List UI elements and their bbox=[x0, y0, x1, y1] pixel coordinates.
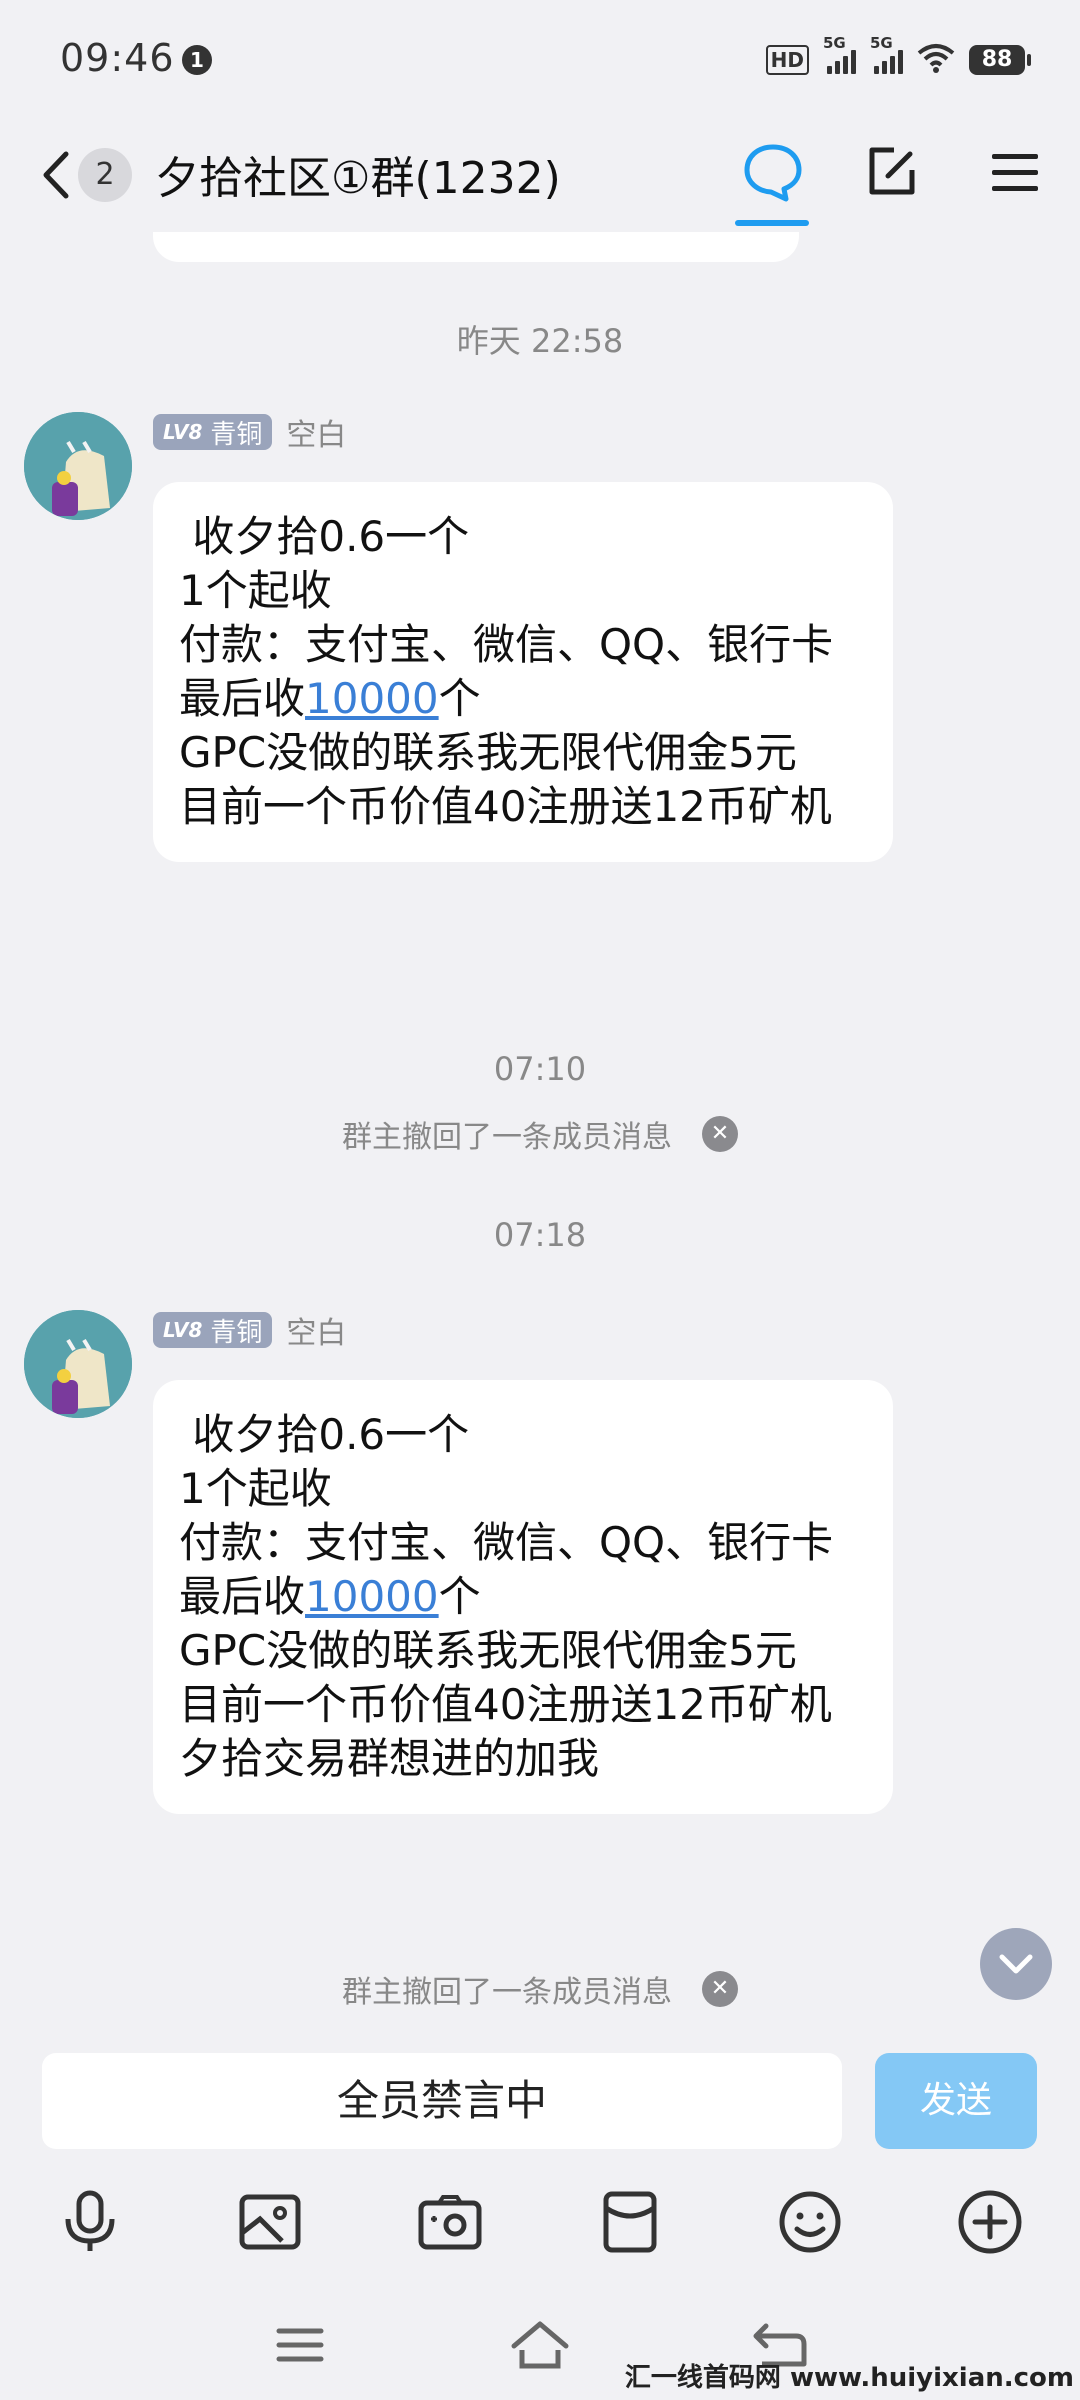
sender-name[interactable]: 空白 bbox=[286, 1308, 346, 1352]
plus-icon bbox=[958, 2190, 1022, 2254]
message-line: 目前一个币价值40注册送12币矿机 bbox=[179, 782, 832, 831]
emoji-button[interactable] bbox=[765, 2177, 855, 2267]
message-line: 收夕拾0.6一个 bbox=[179, 1410, 470, 1459]
message-line: GPC没做的联系我无限代佣金5元 bbox=[179, 1626, 797, 1675]
level-badge: LV8 青铜 bbox=[153, 1312, 273, 1348]
avatar[interactable] bbox=[24, 412, 132, 520]
notification-badge: 1 bbox=[182, 45, 212, 75]
avatar[interactable] bbox=[24, 1310, 132, 1418]
message-line: 目前一个币价值40注册送12币矿机 bbox=[179, 1680, 832, 1729]
scroll-to-bottom-button[interactable] bbox=[980, 1928, 1052, 2000]
back-button[interactable]: 2 bbox=[30, 138, 150, 208]
sender-name[interactable]: 空白 bbox=[286, 410, 346, 454]
edit-icon bbox=[869, 147, 915, 195]
camera-button[interactable] bbox=[405, 2177, 495, 2267]
sender-meta: LV8 青铜 空白 bbox=[153, 410, 346, 454]
hamburger-menu-icon bbox=[992, 154, 1038, 191]
unread-count-badge: 2 bbox=[78, 148, 132, 202]
close-icon[interactable]: ✕ bbox=[702, 1116, 738, 1152]
chat-message-list[interactable]: 昨天 22:58 LV8 青铜 空白 收夕拾0.6一个 1个起收 付款：支付宝、微… bbox=[0, 232, 1080, 2037]
emoji-icon bbox=[779, 2191, 841, 2253]
camera-icon bbox=[418, 2195, 482, 2250]
timestamp-separator: 07:10 bbox=[493, 1050, 587, 1088]
message-bubble[interactable]: 收夕拾0.6一个 1个起收 付款：支付宝、微信、QQ、银行卡 最后收10000个… bbox=[153, 1380, 893, 1814]
sender-meta: LV8 青铜 空白 bbox=[153, 1308, 346, 1352]
close-icon[interactable]: ✕ bbox=[702, 1971, 738, 2007]
more-button[interactable] bbox=[945, 2177, 1035, 2267]
voice-button[interactable] bbox=[45, 2177, 135, 2267]
recall-text: 群主撤回了一条成员消息 bbox=[342, 1975, 672, 2010]
chat-tab-button[interactable] bbox=[733, 132, 813, 212]
hd-icon: HD bbox=[765, 45, 809, 75]
recent-apps-button[interactable] bbox=[265, 2310, 335, 2380]
active-tab-indicator bbox=[735, 220, 809, 226]
recall-notice: 群主撤回了一条成员消息 ✕ bbox=[0, 1967, 1080, 2011]
network-type-label: 5G bbox=[823, 34, 846, 52]
avatar-image bbox=[24, 1310, 132, 1418]
status-time: 09:46 bbox=[60, 36, 175, 80]
system-navigation-bar: 汇一线首码网 www.huiyixian.com bbox=[0, 2290, 1080, 2400]
avatar-image bbox=[24, 412, 132, 520]
message-line: 付款：支付宝、微信、QQ、银行卡 bbox=[179, 620, 834, 669]
chat-header: 2 夕拾社区①群(1232) bbox=[0, 120, 1080, 232]
home-icon bbox=[511, 2321, 569, 2369]
chevron-left-icon bbox=[43, 151, 69, 199]
message-line: 最后收10000个 bbox=[179, 674, 481, 723]
recall-notice: 群主撤回了一条成员消息 ✕ bbox=[0, 1112, 1080, 1156]
send-button[interactable]: 发送 bbox=[875, 2053, 1037, 2149]
message-bubble[interactable]: 收夕拾0.6一个 1个起收 付款：支付宝、微信、QQ、银行卡 最后收10000个… bbox=[153, 482, 893, 862]
menu-lines-icon bbox=[276, 2328, 324, 2362]
microphone-icon bbox=[65, 2190, 115, 2251]
group-title: 夕拾社区①群(1232) bbox=[155, 153, 561, 204]
chevron-down-icon bbox=[999, 1954, 1033, 1974]
recall-text: 群主撤回了一条成员消息 bbox=[342, 1120, 672, 1155]
network-type-label: 5G bbox=[870, 34, 893, 52]
muted-input-field[interactable]: 全员禁言中 bbox=[42, 2053, 842, 2149]
message-line: 付款：支付宝、微信、QQ、银行卡 bbox=[179, 1518, 834, 1567]
red-packet-icon bbox=[603, 2191, 657, 2253]
chat-bubble-icon bbox=[744, 144, 802, 202]
number-link[interactable]: 10000 bbox=[305, 674, 439, 723]
previous-message-bubble[interactable] bbox=[153, 232, 799, 262]
message-line: 1个起收 bbox=[179, 566, 332, 615]
input-toolbar bbox=[0, 2177, 1080, 2277]
status-icons: HD 5G 5G 88 bbox=[765, 34, 1031, 80]
number-link[interactable]: 10000 bbox=[305, 1572, 439, 1621]
image-button[interactable] bbox=[225, 2177, 315, 2267]
red-packet-button[interactable] bbox=[585, 2177, 675, 2267]
menu-button[interactable] bbox=[975, 132, 1055, 212]
message-line: 收夕拾0.6一个 bbox=[179, 512, 470, 561]
timestamp-separator: 07:18 bbox=[493, 1216, 587, 1254]
signal-icon-sim1: 5G bbox=[823, 34, 856, 74]
status-bar: 09:46 1 HD 5G 5G 88 bbox=[0, 0, 1080, 120]
wifi-icon bbox=[917, 43, 955, 77]
home-button[interactable] bbox=[505, 2310, 575, 2380]
message-line: 最后收10000个 bbox=[179, 1572, 481, 1621]
battery-icon: 88 bbox=[969, 45, 1031, 75]
edit-button[interactable] bbox=[852, 132, 932, 212]
image-icon bbox=[239, 2194, 301, 2250]
message-line: GPC没做的联系我无限代佣金5元 bbox=[179, 728, 797, 777]
message-line: 夕拾交易群想进的加我 bbox=[179, 1734, 600, 1783]
signal-icon-sim2: 5G bbox=[870, 34, 903, 74]
message-line: 1个起收 bbox=[179, 1464, 332, 1513]
timestamp-separator: 昨天 22:58 bbox=[456, 322, 624, 360]
watermark-text: 汇一线首码网 www.huiyixian.com bbox=[624, 2363, 1074, 2393]
level-badge: LV8 青铜 bbox=[153, 414, 273, 450]
